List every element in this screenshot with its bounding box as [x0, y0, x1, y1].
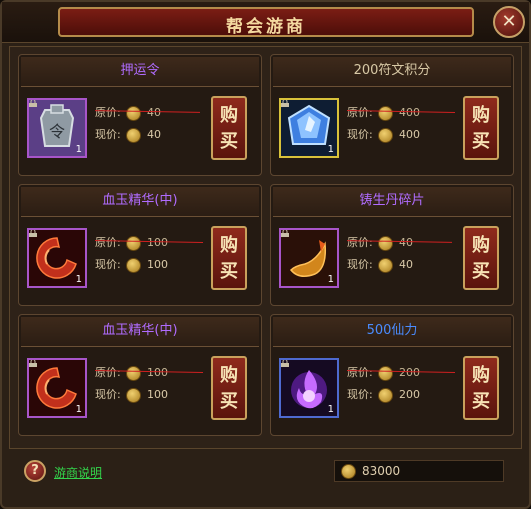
- item-name: 铸生丹碎片: [273, 187, 511, 217]
- original-price-value: 400: [399, 106, 420, 119]
- coin-icon: [126, 257, 141, 273]
- current-price-row: 现价: 100: [95, 256, 168, 274]
- current-price-row: 现价: 40: [347, 256, 413, 274]
- coin-icon: [378, 105, 393, 121]
- item-slot[interactable]: 1: [27, 228, 87, 288]
- current-price-label: 现价:: [347, 128, 373, 141]
- merchant-window: 帮会游商 ✕ 押运令 令 1 原价: 40 现价: 40 购买 200符文积分 …: [0, 0, 531, 509]
- gold-balance: 83000: [334, 460, 504, 482]
- item-name: 500仙力: [273, 317, 511, 347]
- lock-icon: [29, 100, 37, 107]
- current-price-label: 现价:: [95, 388, 121, 401]
- current-price-label: 现价:: [95, 128, 121, 141]
- original-price-label: 原价:: [347, 366, 373, 379]
- item-name: 200符文积分: [273, 57, 511, 87]
- shop-item-card: 押运令 令 1 原价: 40 现价: 40 购买: [18, 54, 262, 176]
- merchant-help-link[interactable]: 游商说明: [54, 464, 102, 481]
- original-price-row: 原价: 400: [347, 104, 420, 122]
- original-price-value: 100: [147, 366, 168, 379]
- current-price-value: 200: [399, 388, 420, 401]
- shop-item-card: 500仙力 1 原价: 200 现价: 200 购买: [270, 314, 514, 436]
- original-price-row: 原价: 40: [347, 234, 413, 252]
- current-price-row: 现价: 200: [347, 386, 420, 404]
- title-plate: 帮会游商: [58, 7, 474, 37]
- item-slot[interactable]: 令 1: [27, 98, 87, 158]
- buy-button[interactable]: 购买: [211, 226, 247, 290]
- buy-button[interactable]: 购买: [463, 96, 499, 160]
- original-price-label: 原价:: [95, 366, 121, 379]
- item-quantity: 1: [327, 404, 334, 415]
- coin-icon: [126, 105, 141, 121]
- coin-icon: [126, 365, 141, 381]
- lock-icon: [281, 100, 289, 107]
- item-slot[interactable]: 1: [279, 98, 339, 158]
- coin-icon: [378, 257, 393, 273]
- item-grid: 押运令 令 1 原价: 40 现价: 40 购买 200符文积分 1 原价: 4…: [9, 46, 522, 449]
- original-price-row: 原价: 100: [95, 364, 168, 382]
- original-price-value: 200: [399, 366, 420, 379]
- lock-icon: [281, 360, 289, 367]
- lock-icon: [29, 230, 37, 237]
- original-price-value: 40: [147, 106, 161, 119]
- current-price-label: 现价:: [95, 258, 121, 271]
- shop-item-card: 血玉精华(中) 1 原价: 100 现价: 100 购买: [18, 184, 262, 306]
- svg-text:令: 令: [49, 122, 65, 141]
- buy-button[interactable]: 购买: [211, 96, 247, 160]
- item-quantity: 1: [75, 274, 82, 285]
- original-price-label: 原价:: [95, 236, 121, 249]
- current-price-label: 现价:: [347, 258, 373, 271]
- coin-icon: [378, 387, 393, 403]
- item-slot[interactable]: 1: [27, 358, 87, 418]
- close-icon: ✕: [501, 11, 517, 32]
- item-quantity: 1: [327, 144, 334, 155]
- window-title: 帮会游商: [226, 17, 306, 37]
- lock-icon: [281, 230, 289, 237]
- coin-icon: [126, 387, 141, 403]
- coin-icon: [126, 235, 141, 251]
- original-price-label: 原价:: [347, 236, 373, 249]
- current-price-row: 现价: 40: [95, 126, 161, 144]
- gold-amount: 83000: [362, 464, 401, 478]
- title-bar: 帮会游商 ✕: [2, 2, 529, 43]
- current-price-value: 100: [147, 388, 168, 401]
- original-price-label: 原价:: [95, 106, 121, 119]
- original-price-value: 100: [147, 236, 168, 249]
- item-quantity: 1: [327, 274, 334, 285]
- current-price-value: 40: [399, 258, 413, 271]
- current-price-value: 100: [147, 258, 168, 271]
- item-slot[interactable]: 1: [279, 358, 339, 418]
- original-price-label: 原价:: [347, 106, 373, 119]
- help-icon[interactable]: ?: [24, 460, 46, 482]
- current-price-value: 40: [147, 128, 161, 141]
- coin-icon: [378, 127, 393, 143]
- item-name: 押运令: [21, 57, 259, 87]
- item-name: 血玉精华(中): [21, 187, 259, 217]
- buy-button[interactable]: 购买: [463, 356, 499, 420]
- coin-icon: [378, 235, 393, 251]
- original-price-row: 原价: 100: [95, 234, 168, 252]
- lock-icon: [29, 360, 37, 367]
- buy-button[interactable]: 购买: [211, 356, 247, 420]
- close-button[interactable]: ✕: [493, 6, 525, 38]
- current-price-value: 400: [399, 128, 420, 141]
- item-name: 血玉精华(中): [21, 317, 259, 347]
- buy-button[interactable]: 购买: [463, 226, 499, 290]
- original-price-row: 原价: 200: [347, 364, 420, 382]
- footer-bar: ? 游商说明 83000: [2, 454, 529, 507]
- current-price-row: 现价: 100: [95, 386, 168, 404]
- shop-item-card: 血玉精华(中) 1 原价: 100 现价: 100 购买: [18, 314, 262, 436]
- item-quantity: 1: [75, 144, 82, 155]
- coin-icon: [126, 127, 141, 143]
- original-price-value: 40: [399, 236, 413, 249]
- shop-item-card: 铸生丹碎片 1 原价: 40 现价: 40 购买: [270, 184, 514, 306]
- coin-icon: [378, 365, 393, 381]
- item-slot[interactable]: 1: [279, 228, 339, 288]
- current-price-row: 现价: 400: [347, 126, 420, 144]
- coin-icon: [341, 464, 356, 479]
- shop-item-card: 200符文积分 1 原价: 400 现价: 400 购买: [270, 54, 514, 176]
- current-price-label: 现价:: [347, 388, 373, 401]
- item-quantity: 1: [75, 404, 82, 415]
- original-price-row: 原价: 40: [95, 104, 161, 122]
